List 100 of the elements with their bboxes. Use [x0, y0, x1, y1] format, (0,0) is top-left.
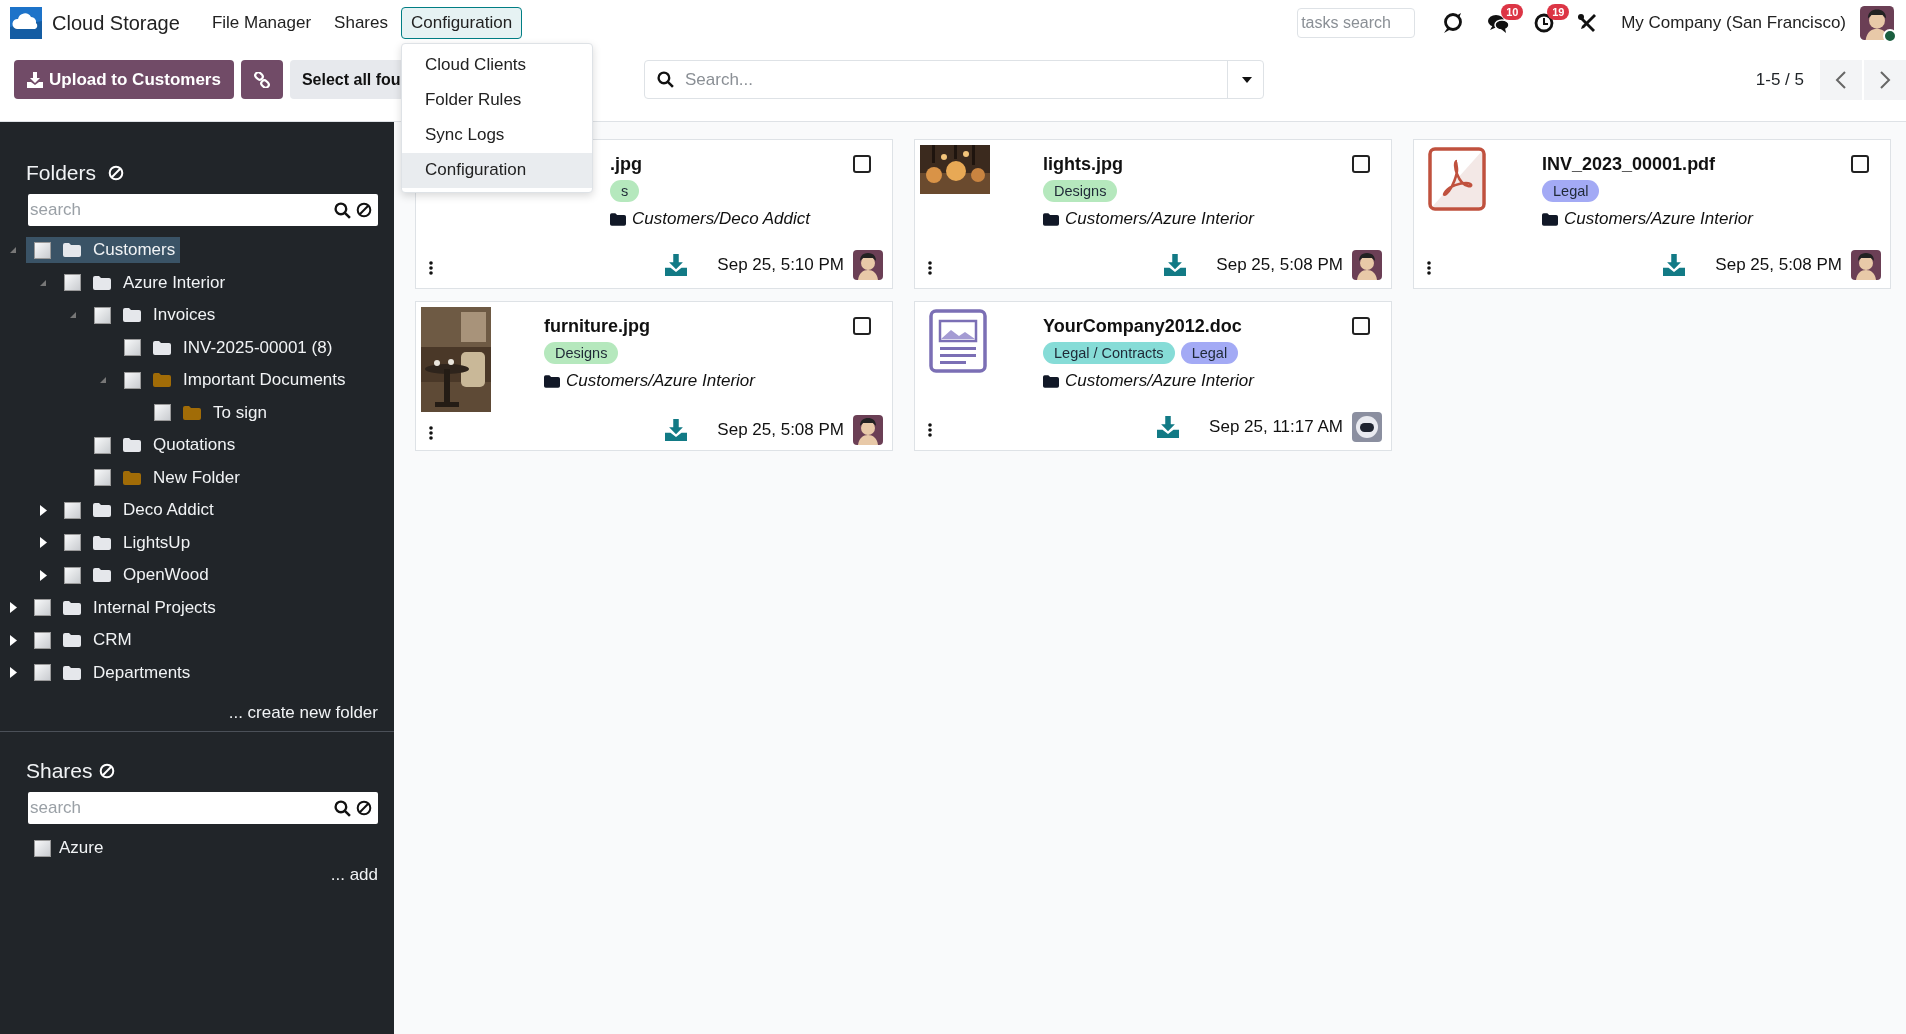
collapsed-toggle-icon[interactable]: [39, 504, 47, 516]
add-share-link[interactable]: ... add: [330, 864, 378, 884]
dropdown-item[interactable]: Folder Rules: [401, 83, 592, 118]
upload-button[interactable]: Upload to Customers: [14, 60, 234, 99]
next-page-button[interactable]: [1864, 59, 1906, 100]
collapsed-toggle-icon[interactable]: [9, 667, 17, 679]
expanded-toggle-icon[interactable]: [70, 312, 76, 319]
checkbox[interactable]: [34, 241, 51, 259]
share-search-field[interactable]: search: [28, 798, 329, 818]
folder-tree-item[interactable]: CRM: [26, 627, 137, 654]
checkbox[interactable]: [34, 664, 51, 682]
folder-icon: [1542, 212, 1558, 226]
collapsed-toggle-icon[interactable]: [39, 569, 47, 581]
checkbox[interactable]: [64, 534, 81, 552]
checkbox[interactable]: [64, 274, 81, 292]
clear-selection-icon[interactable]: [108, 165, 125, 181]
folder-tree-item[interactable]: To sign: [146, 399, 272, 426]
clear-icon[interactable]: [356, 202, 372, 218]
tag: Legal: [1180, 342, 1239, 364]
folder-tree-item[interactable]: Customers: [26, 237, 181, 264]
menu-item[interactable]: File Manager: [201, 7, 322, 39]
file-name: lights.jpg: [1043, 154, 1123, 175]
file-card[interactable]: lights.jpg Designs Customers/Azure Interior Sep 25, 5:08 PM: [914, 139, 1392, 289]
folder-tree-item[interactable]: Invoices: [86, 302, 221, 329]
folder-tree-item[interactable]: OpenWood: [56, 562, 214, 589]
checkbox[interactable]: [94, 436, 111, 454]
download-icon[interactable]: [665, 254, 688, 276]
select-all-button[interactable]: Select all fou: [289, 60, 401, 99]
expanded-toggle-icon[interactable]: [10, 247, 16, 254]
more-options-icon[interactable]: [429, 261, 433, 275]
folder-tree-item[interactable]: INV-2025-00001 (8): [116, 334, 338, 361]
cloud-logo-icon[interactable]: [10, 7, 42, 39]
file-card[interactable]: INV_2023_00001.pdf Legal Customers/Azure Interior Sep 25, 5:08 PM: [1413, 139, 1891, 289]
more-options-icon[interactable]: [928, 261, 932, 275]
more-options-icon[interactable]: [928, 423, 932, 437]
menu-item[interactable]: Shares: [324, 7, 398, 39]
user-avatar[interactable]: [1860, 6, 1894, 40]
modified-date: Sep 25, 5:08 PM: [1216, 255, 1343, 275]
folder-icon: [1043, 212, 1059, 226]
file-card[interactable]: furniture.jpg Designs Customers/Azure Interior Sep 25, 5:08 PM: [415, 301, 893, 451]
collapsed-toggle-icon[interactable]: [9, 602, 17, 614]
checkbox[interactable]: [154, 404, 171, 422]
checkbox[interactable]: [64, 566, 81, 584]
search-icon[interactable]: [334, 201, 351, 219]
more-options-icon[interactable]: [1427, 261, 1431, 275]
folder-tree-item[interactable]: Internal Projects: [26, 594, 221, 621]
download-icon[interactable]: [1663, 254, 1686, 276]
download-icon[interactable]: [1157, 416, 1180, 438]
clear-icon[interactable]: [356, 800, 372, 816]
checkbox[interactable]: [853, 155, 871, 173]
caret-icon: [1241, 75, 1253, 84]
share-link-button[interactable]: [240, 60, 283, 99]
download-icon[interactable]: [1164, 254, 1187, 276]
checkbox[interactable]: [1352, 317, 1370, 335]
folder-tree-item[interactable]: Quotations: [86, 432, 241, 459]
checkbox[interactable]: [853, 317, 871, 335]
tag: s: [610, 180, 640, 202]
folder-search-box[interactable]: search: [28, 194, 378, 226]
checkbox[interactable]: [94, 306, 111, 324]
checkbox[interactable]: [124, 371, 141, 389]
folder-search-field[interactable]: search: [28, 200, 329, 220]
tag: Designs: [1043, 180, 1118, 202]
download-icon[interactable]: [665, 419, 688, 441]
folder-tree-item[interactable]: Deco Addict: [56, 497, 219, 524]
checkbox[interactable]: [64, 501, 81, 519]
collapsed-toggle-icon[interactable]: [39, 537, 47, 549]
file-card[interactable]: YourCompany2012.doc Legal / Contracts Legal Customers/Azure Interior Sep 25, 11:17 AM: [914, 301, 1392, 451]
share-search-box[interactable]: search: [28, 792, 378, 824]
checkbox[interactable]: [1851, 155, 1869, 173]
menu-item[interactable]: Configuration: [400, 7, 523, 39]
more-options-icon[interactable]: [429, 426, 433, 440]
previous-page-button[interactable]: [1820, 59, 1862, 100]
file-name: .jpg: [610, 154, 642, 175]
dropdown-item[interactable]: Cloud Clients: [401, 48, 592, 83]
search-bar[interactable]: Search...: [644, 60, 1264, 99]
company-name[interactable]: My Company (San Francisco): [1621, 13, 1846, 33]
folder-tree-item[interactable]: LightsUp: [56, 529, 196, 556]
shares-heading: Shares: [26, 759, 93, 783]
checkbox[interactable]: [94, 469, 111, 487]
checkbox[interactable]: [1352, 155, 1370, 173]
clear-selection-icon[interactable]: [98, 763, 115, 779]
collapsed-toggle-icon[interactable]: [9, 634, 17, 646]
checkbox[interactable]: [34, 599, 51, 617]
folder-tree-item[interactable]: Azure Interior: [56, 269, 231, 296]
folder-icon: [1043, 374, 1059, 388]
tasks-search-field[interactable]: tasks search: [1297, 8, 1416, 38]
expanded-toggle-icon[interactable]: [100, 377, 106, 384]
folder-tree-item[interactable]: Departments: [26, 659, 196, 686]
checkbox[interactable]: [124, 339, 141, 357]
share-item[interactable]: Azure: [26, 835, 109, 862]
folder-tree-item[interactable]: New Folder: [86, 464, 245, 491]
checkbox[interactable]: [34, 839, 51, 857]
dropdown-item[interactable]: Configuration: [401, 153, 592, 188]
folder-tree-item[interactable]: Important Documents: [116, 367, 351, 394]
expanded-toggle-icon[interactable]: [40, 279, 46, 286]
tools-icon[interactable]: [1577, 13, 1598, 33]
search-icon[interactable]: [334, 799, 351, 817]
checkbox[interactable]: [34, 631, 51, 649]
create-folder-link[interactable]: ... create new folder: [228, 703, 378, 722]
search-icon[interactable]: [657, 71, 674, 88]
